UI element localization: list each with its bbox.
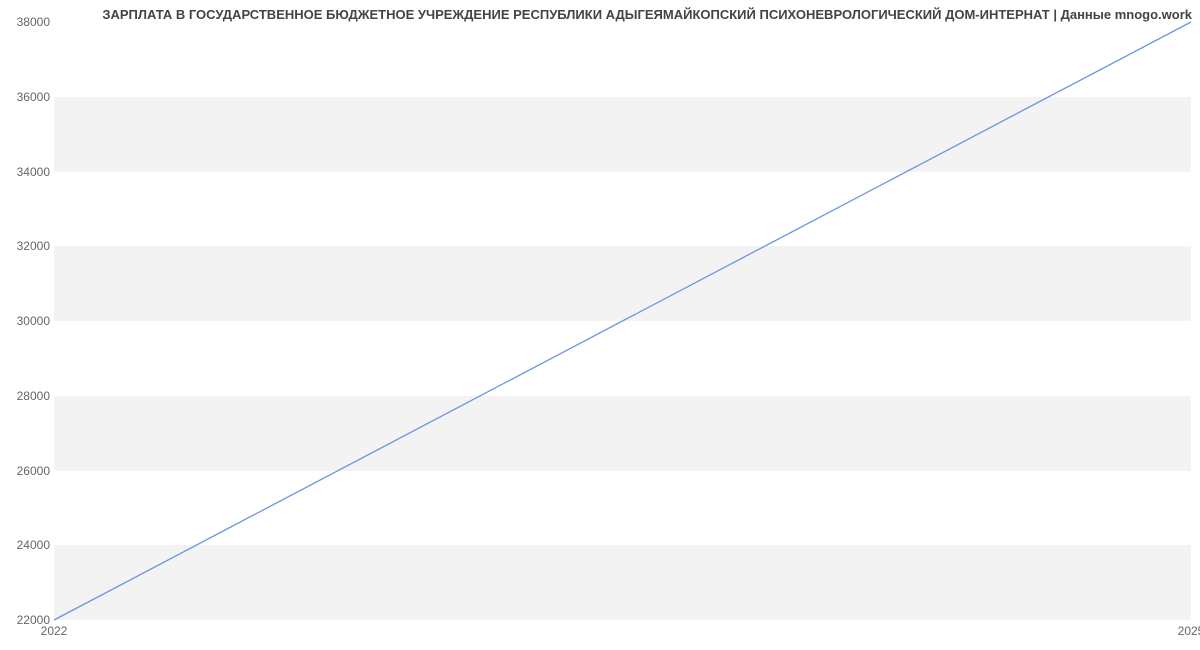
x-tick-label: 2025 — [1178, 624, 1200, 638]
y-tick-label: 26000 — [6, 464, 50, 478]
chart-title: ЗАРПЛАТА В ГОСУДАРСТВЕННОЕ БЮДЖЕТНОЕ УЧР… — [0, 7, 1192, 22]
y-tick-label: 30000 — [6, 314, 50, 328]
plot-area — [54, 22, 1191, 620]
y-tick-label: 32000 — [6, 239, 50, 253]
x-tick-label: 2022 — [41, 624, 68, 638]
y-tick-label: 36000 — [6, 90, 50, 104]
chart-line-svg — [54, 22, 1191, 620]
y-tick-label: 34000 — [6, 165, 50, 179]
y-tick-label: 28000 — [6, 389, 50, 403]
y-tick-label: 24000 — [6, 538, 50, 552]
data-line — [54, 22, 1191, 620]
y-tick-label: 38000 — [6, 15, 50, 29]
